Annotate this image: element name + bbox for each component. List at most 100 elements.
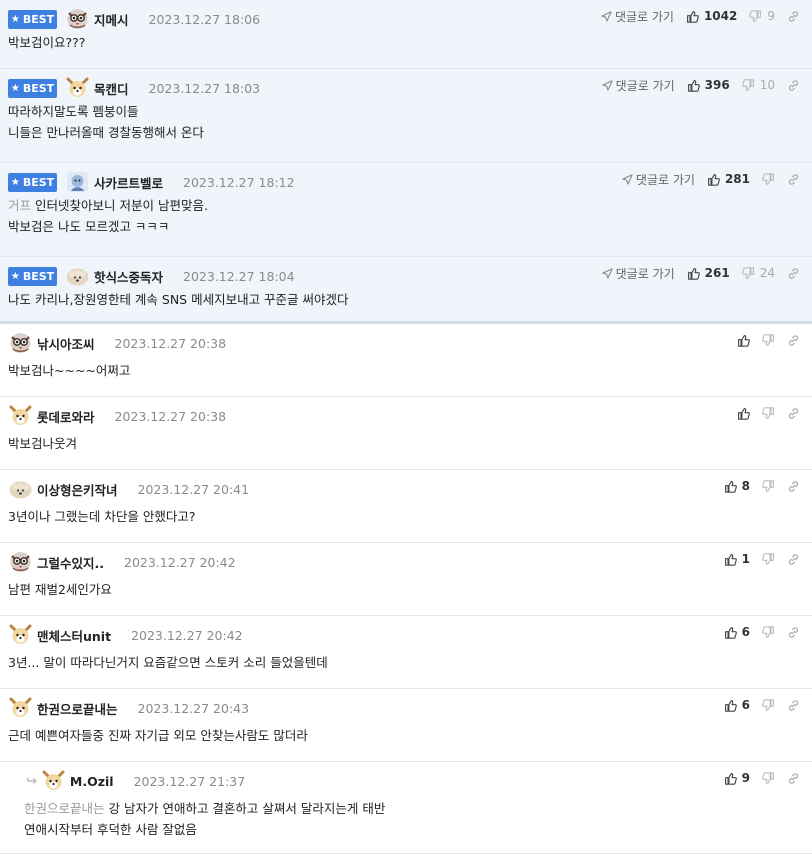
upvote-button[interactable]: 6 [724,698,750,712]
share-link-button[interactable] [787,267,800,280]
comment-body: 거프 인터넷찾아보니 저분이 남편맞음. 박보검은 나도 모르겠고 ㅋㅋㅋ [8,195,208,237]
comment-header: 낚시아조씨 2023.12.27 20:38 [8,332,226,354]
author-nickname[interactable]: 목캔디 [94,79,129,98]
thumb-down-icon [741,266,755,280]
upvote-button[interactable]: 1 [724,552,750,566]
author-nickname[interactable]: 이상형은키작녀 [37,480,118,499]
best-label: BEST [22,175,55,189]
dog-avatar-icon[interactable] [8,405,33,427]
link-icon [787,480,800,493]
comment-text: 박보검나~~~~어쩌고 [8,363,131,378]
downvote-count: 10 [759,78,775,92]
best-label: BEST [22,12,55,26]
author-nickname[interactable]: 핫식스중독자 [94,267,163,286]
comment-line: 남편 재벌2세인가요 [8,579,112,600]
thumb-down-icon [762,172,775,186]
goto-reply-link[interactable]: 댓글로 가기 [622,171,695,188]
author-nickname[interactable]: 낚시아조씨 [37,334,95,353]
upvote-button[interactable]: 8 [724,479,750,493]
author-nickname[interactable]: 한권으로끝내는 [37,699,118,718]
upvote-button[interactable]: 1042 [686,9,737,23]
upvote-button[interactable]: 261 [687,266,730,280]
downvote-button[interactable] [762,406,775,420]
sheep-avatar-icon[interactable] [8,478,33,500]
author-nickname[interactable]: 맨체스터unit [37,626,111,645]
share-link-button[interactable] [787,173,800,186]
dog-avatar-icon[interactable] [65,77,90,99]
owl-avatar-icon[interactable] [8,551,33,573]
author-nickname[interactable]: 지메시 [94,10,129,29]
comment-actions: 9 [712,768,800,788]
comment-text: 연애시작부터 후덕한 사람 잘없음 [24,822,197,837]
author-nickname[interactable]: 그럴수있지.. [37,553,104,572]
downvote-button[interactable] [762,333,775,347]
upvote-button[interactable]: 9 [724,771,750,785]
upvote-button[interactable]: 396 [687,78,730,92]
star-icon: ★ [10,176,20,188]
downvote-button[interactable]: 9 [749,9,775,23]
author-nickname[interactable]: M.Ozil [70,774,114,789]
thumb-up-icon [724,699,737,712]
link-icon [787,173,800,186]
goto-reply-label: 댓글로 가기 [614,9,674,24]
author-nickname[interactable]: 사카르트벨로 [94,173,163,192]
sheep-avatar-icon[interactable] [65,265,90,287]
owl-avatar-icon[interactable] [8,332,33,354]
downvote-button[interactable]: 24 [741,266,775,280]
upvote-count: 281 [724,172,750,186]
upvote-button[interactable]: 281 [707,172,750,186]
comment-body: 한권으로끝내는 강 남자가 연애하고 결혼하고 살쪄서 달라지는게 태반 연애시작부… [24,798,385,840]
comment-line: 따라하지말도록 펨붕이들 [8,101,204,122]
character-avatar-icon[interactable] [65,171,90,193]
downvote-button[interactable]: 10 [741,78,775,92]
comment: 이상형은키작녀 2023.12.27 20:41 8 3년이나 그랬는데 차단을 안했… [0,470,812,543]
upvote-button[interactable]: 6 [724,625,750,639]
comment-date: 2023.12.27 20:42 [124,554,236,570]
comment-actions: 댓글로 가기 396 10 [590,75,800,95]
share-link-button[interactable] [787,772,800,785]
upvote-button[interactable] [737,407,750,420]
owl-avatar-icon[interactable] [65,8,90,30]
share-link-button[interactable] [787,334,800,347]
comment-line: 박보검나~~~~어쩌고 [8,360,130,381]
comment-line: 박보검이요??? [8,32,85,53]
comment-text: 인터넷찾아보니 저분이 남편맞음. [35,198,208,213]
goto-reply-link[interactable]: 댓글로 가기 [601,8,674,25]
downvote-button[interactable] [762,625,775,639]
share-link-button[interactable] [787,699,800,712]
dog-avatar-icon[interactable] [8,624,33,646]
downvote-button[interactable] [762,698,775,712]
goto-reply-link[interactable]: 댓글로 가기 [602,265,675,282]
comment: 낚시아조씨 2023.12.27 20:38 박보검나~~~~어쩌고 [0,324,812,397]
thumb-up-icon [686,10,699,23]
share-link-button[interactable] [787,10,800,23]
downvote-button[interactable] [762,552,775,566]
comment-actions: 1 [712,549,800,569]
mention-tag[interactable]: 한권으로끝내는 [24,801,105,816]
link-icon [787,267,800,280]
goto-reply-link[interactable]: 댓글로 가기 [602,77,675,94]
upvote-button[interactable] [737,334,750,347]
link-icon [787,553,800,566]
thumb-down-icon [762,698,775,712]
comment-date: 2023.12.27 21:37 [133,773,246,789]
share-link-button[interactable] [787,553,800,566]
share-link-button[interactable] [787,626,800,639]
downvote-button[interactable] [762,172,775,186]
dog-avatar-icon[interactable] [41,770,66,792]
share-link-button[interactable] [787,480,800,493]
comment-actions [725,330,800,350]
dog-avatar-icon[interactable] [8,697,33,719]
downvote-button[interactable] [762,771,775,785]
share-link-button[interactable] [787,79,800,92]
share-link-button[interactable] [787,407,800,420]
best-badge: ★ BEST [8,9,57,29]
best-label: BEST [22,269,55,283]
downvote-button[interactable] [762,479,775,493]
mention-tag[interactable]: 거프 [8,198,31,213]
comment-date: 2023.12.27 18:04 [183,268,295,284]
author-nickname[interactable]: 롯데로와라 [37,407,95,426]
comment-text: 근데 예쁜여자들중 진짜 자기급 외모 안찾는사람도 많더라 [8,728,308,743]
thumb-up-icon [737,407,750,420]
comment-body: 3년이나 그랬는데 차단을 안했다고? [8,506,196,527]
